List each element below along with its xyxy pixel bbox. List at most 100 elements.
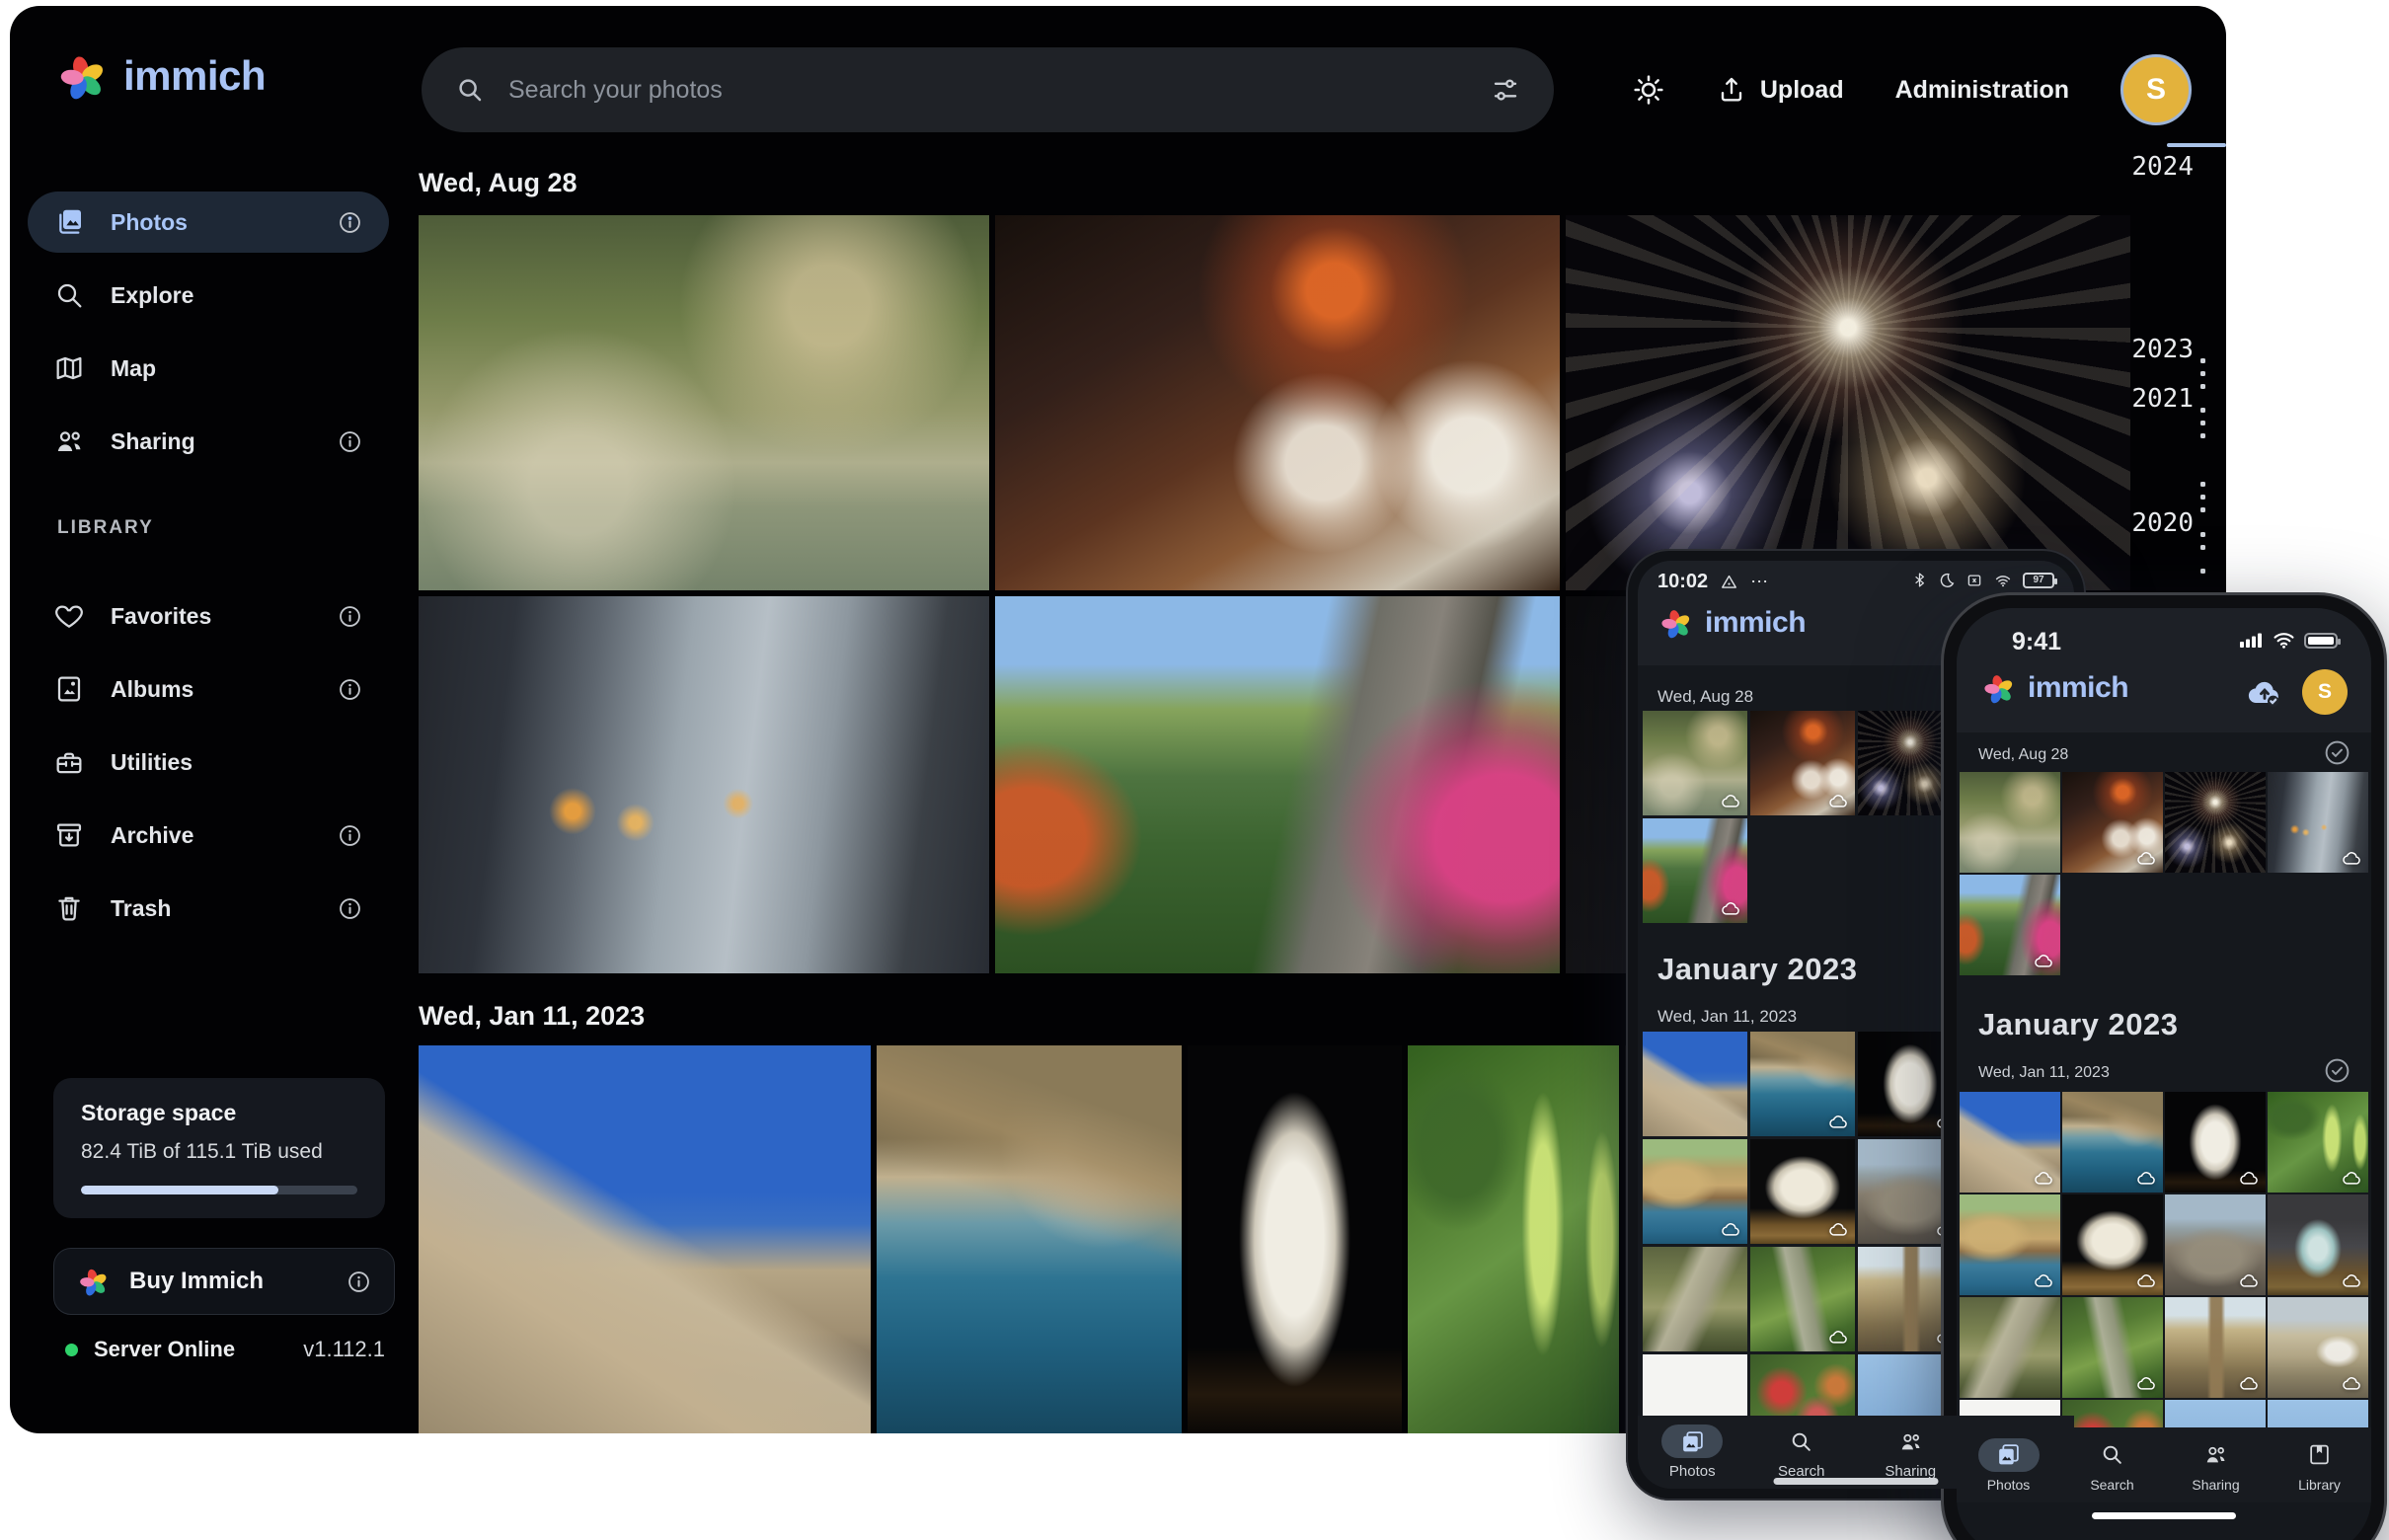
trash-icon (53, 892, 85, 924)
map-icon (53, 352, 85, 384)
timeline-year-2020[interactable]: 2020 (2073, 508, 2194, 538)
photo-path[interactable] (1643, 818, 1747, 923)
sidebar-item-photos[interactable]: Photos (28, 192, 389, 253)
user-avatar[interactable]: S (2302, 669, 2348, 715)
sidebar-item-explore[interactable]: Explore (28, 265, 389, 326)
info-icon[interactable] (337, 676, 363, 703)
sidebar-label: Photos (111, 209, 311, 236)
server-status-label: Server Online (94, 1337, 287, 1362)
bluetooth-icon (1911, 571, 1928, 589)
photo-cake[interactable] (2268, 1194, 2368, 1295)
buy-immich-label: Buy Immich (129, 1268, 328, 1295)
photo-bust2[interactable] (2062, 1194, 2163, 1295)
photo-bust2[interactable] (1750, 1139, 1855, 1244)
timeline-scrubber-handle[interactable] (2167, 143, 2226, 147)
photo-bust[interactable] (2165, 1092, 2266, 1193)
photo-fireworks[interactable] (1566, 215, 2130, 590)
sidebar-item-utilities[interactable]: Utilities (28, 732, 389, 793)
storage-title: Storage space (81, 1100, 357, 1126)
photo-dinner[interactable] (2062, 772, 2163, 873)
nav-library[interactable]: Library (2268, 1427, 2371, 1502)
battery-icon (2304, 633, 2338, 649)
date-header-aug: Wed, Aug 28 (419, 168, 578, 198)
buy-immich-button[interactable]: Buy Immich (53, 1248, 395, 1315)
phone-bottom-nav: Photos Search Sharing (1957, 1427, 2371, 1502)
info-icon[interactable] (337, 209, 363, 236)
photo-hands[interactable] (419, 596, 989, 973)
sidebar-item-trash[interactable]: Trash (28, 878, 389, 939)
timeline-year-2023[interactable]: 2023 (2073, 335, 2194, 364)
photo-lizard1[interactable] (1960, 1297, 2060, 1398)
photo-lizard2[interactable] (2062, 1297, 2163, 1398)
photo-zoo[interactable] (419, 215, 989, 590)
sidebar-label: Explore (111, 282, 363, 309)
timeline-dot (2200, 532, 2205, 537)
photo-fortress[interactable] (1960, 1092, 2060, 1193)
timeline-year-2024[interactable]: 2024 (2073, 152, 2194, 182)
photo-ruins[interactable] (2165, 1194, 2266, 1295)
sidebar-label: Utilities (111, 749, 363, 776)
info-icon[interactable] (337, 603, 363, 630)
theme-toggle-icon[interactable] (1632, 73, 1665, 107)
info-icon[interactable] (337, 822, 363, 849)
cloud-sync-icon[interactable] (2245, 673, 2284, 713)
info-icon[interactable] (337, 895, 363, 922)
search-input[interactable] (506, 75, 1469, 106)
photo-dinner[interactable] (995, 215, 1560, 590)
sidebar-item-archive[interactable]: Archive (28, 805, 389, 866)
photo-lizard1[interactable] (1643, 1247, 1747, 1351)
photo-fortress[interactable] (1643, 1032, 1747, 1136)
photo-path[interactable] (1960, 875, 2060, 975)
user-avatar[interactable]: S (2120, 54, 2192, 125)
timeline-dot (2200, 421, 2205, 425)
sharing-icon (1880, 1424, 1941, 1458)
photo-beach[interactable] (1643, 1139, 1747, 1244)
photo-coast[interactable] (1750, 1032, 1855, 1136)
photo-bust[interactable] (1188, 1045, 1402, 1433)
app-logo: immich (54, 47, 266, 105)
photo-zoo[interactable] (1643, 711, 1747, 815)
sidebar-item-map[interactable]: Map (28, 338, 389, 399)
photo-coast[interactable] (2062, 1092, 2163, 1193)
nav-search[interactable]: Search (2060, 1427, 2164, 1502)
sidebar-item-favorites[interactable]: Favorites (28, 585, 389, 647)
phone-device: 9:41 (1941, 592, 2387, 1540)
photo-lizard2[interactable] (1750, 1247, 1855, 1351)
sidebar-section-library: LIBRARY (57, 517, 154, 539)
sidebar-item-albums[interactable]: Albums (28, 658, 389, 720)
server-status-row: Server Online v1.112.1 (65, 1337, 385, 1362)
info-icon[interactable] (337, 428, 363, 455)
photo-berries[interactable] (1408, 1045, 1619, 1433)
filter-icon[interactable] (1491, 75, 1520, 105)
photo-path[interactable] (995, 596, 1560, 973)
photo-fortress[interactable] (419, 1045, 871, 1433)
photo-fireworks[interactable] (2165, 772, 2266, 873)
search-bar[interactable] (422, 47, 1554, 132)
cloud-backup-icon (2034, 951, 2054, 971)
nav-sharing[interactable]: Sharing (2164, 1427, 2268, 1502)
signal-icon (2240, 632, 2264, 649)
cloud-backup-icon (1828, 1327, 1849, 1348)
timeline-dot (2200, 507, 2205, 512)
nav-photos[interactable]: Photos (1957, 1427, 2060, 1502)
nav-photos[interactable]: Photos (1638, 1416, 1747, 1489)
info-icon[interactable] (346, 1269, 372, 1295)
timeline-year-2021[interactable]: 2021 (2073, 384, 2194, 414)
select-all-check-icon[interactable] (2323, 1056, 2351, 1085)
tablet-home-indicator (1774, 1478, 1939, 1485)
sidebar-item-sharing[interactable]: Sharing (28, 411, 389, 472)
select-all-check-icon[interactable] (2323, 738, 2351, 767)
photo-berries[interactable] (2268, 1092, 2368, 1193)
nav-label: Search (2090, 1477, 2133, 1493)
photo-hands[interactable] (2268, 772, 2368, 873)
administration-link[interactable]: Administration (1895, 76, 2069, 105)
photo-coast[interactable] (877, 1045, 1182, 1433)
photo-dinner[interactable] (1750, 711, 1855, 815)
photo-farm[interactable] (2268, 1297, 2368, 1398)
cloud-backup-icon (2136, 848, 2157, 869)
photo-beach[interactable] (1960, 1194, 2060, 1295)
date-header-jan: Wed, Jan 11, 2023 (419, 1001, 645, 1032)
upload-button[interactable]: Upload (1717, 75, 1844, 105)
photo-church[interactable] (2165, 1297, 2266, 1398)
photo-zoo[interactable] (1960, 772, 2060, 873)
